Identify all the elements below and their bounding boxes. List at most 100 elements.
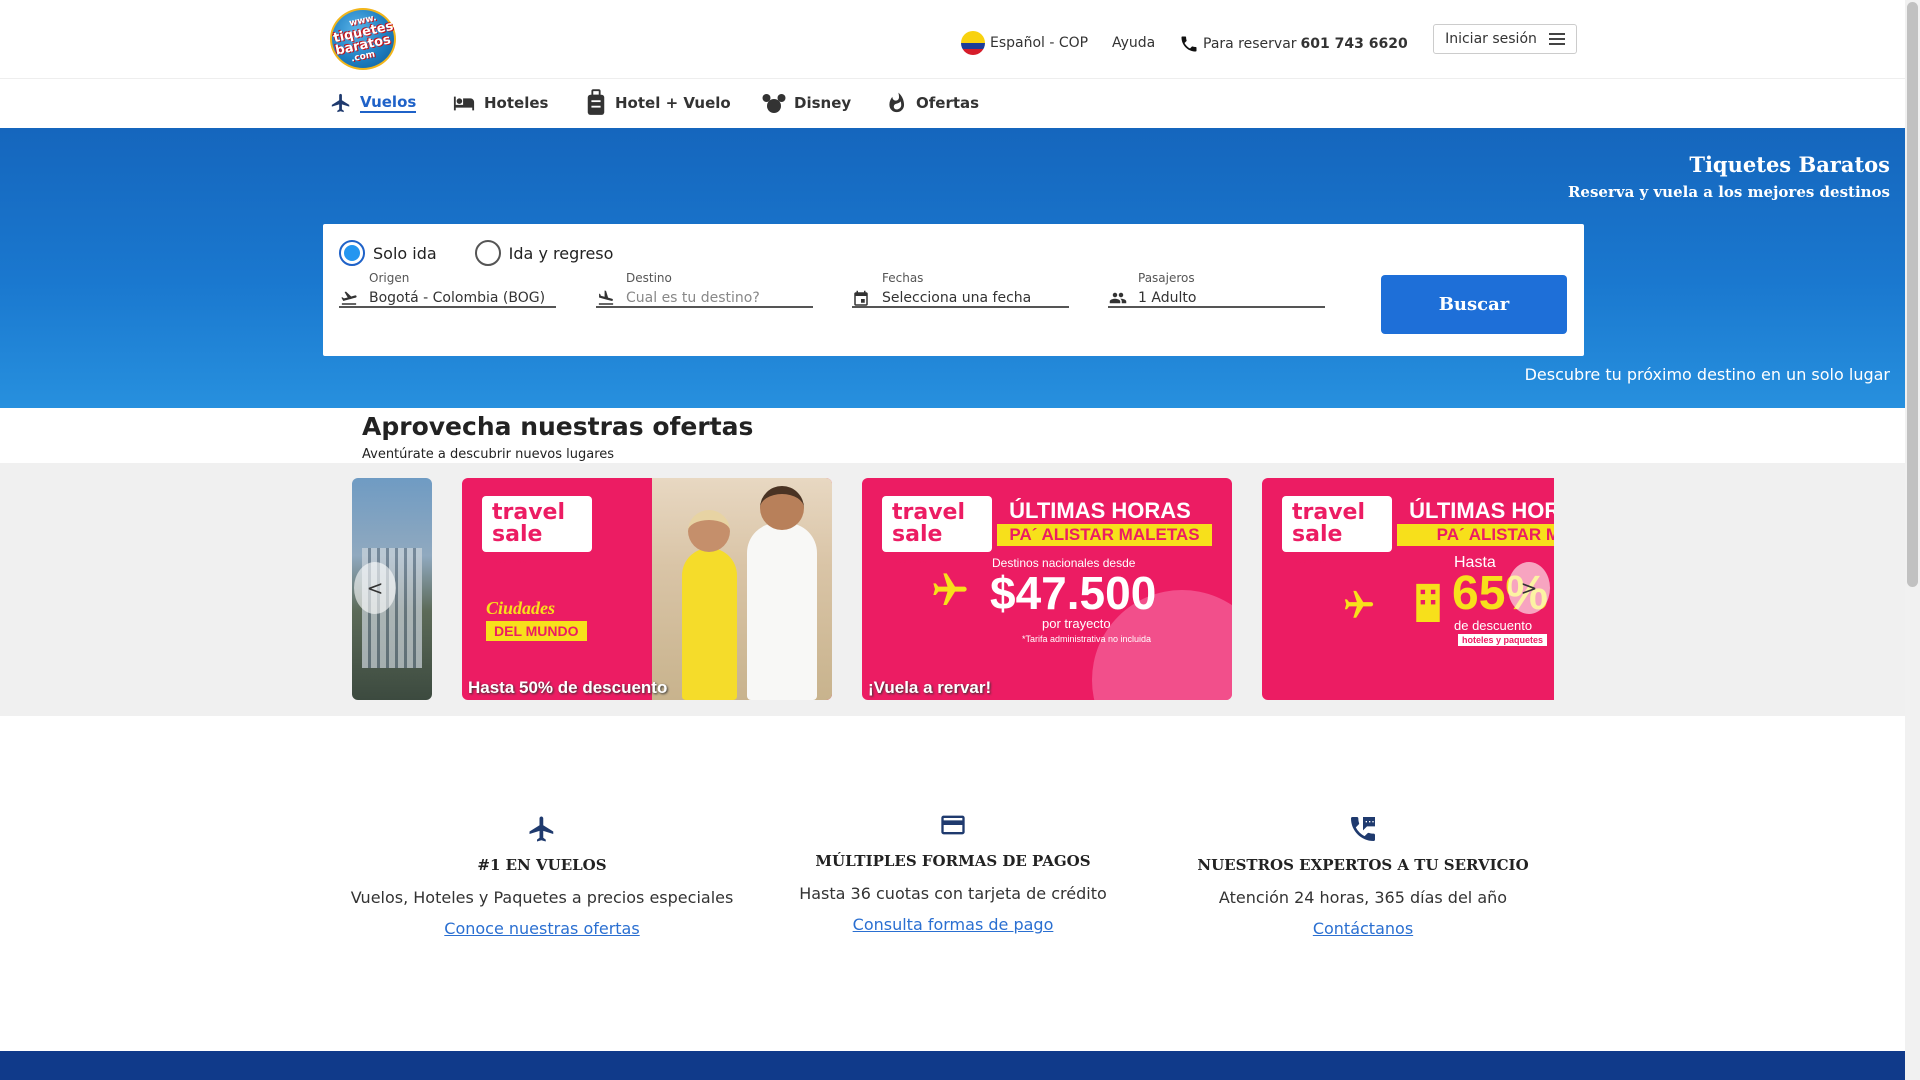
nav-label: Hotel + Vuelo (615, 94, 731, 112)
promo-banner-subtitle: PA´ ALISTAR MALETAS (997, 524, 1212, 546)
trip-type-label: Ida y regreso (508, 243, 614, 263)
radio-selected-icon[interactable] (339, 240, 365, 266)
feature-description: Vuelos, Hoteles y Paquetes a precios esp… (350, 888, 734, 907)
search-button[interactable]: Buscar (1381, 275, 1567, 334)
promo-banner-title: ÚLTIMAS HORAS (1409, 498, 1554, 523)
feature-payments: MÚLTIPLES FORMAS DE PAGOS Hasta 36 cuota… (743, 808, 1163, 934)
plane-takeoff-icon (341, 291, 357, 305)
top-header: www. tiquetes baratos .com Español - COP… (0, 0, 1905, 79)
offers-header: Aprovecha nuestras ofertas Aventúrate a … (362, 412, 753, 462)
travel-sale-logo: travel sale .com.co (1282, 496, 1392, 565)
hero-title: Tiquetes Baratos (1689, 152, 1890, 177)
promo-note: *Tarifa administrativa no incluida (1022, 634, 1152, 644)
colombia-flag-icon (961, 31, 985, 55)
feature-title: NUESTROS EXPERTOS A TU SERVICIO (1197, 856, 1529, 874)
offer-card[interactable]: travel sale .com.co Ciudades DEL MUNDO Ha… (462, 478, 832, 700)
dates-placeholder: Selecciona una fecha (882, 290, 1032, 306)
origin-label: Origen (369, 271, 410, 285)
offer-caption: ¡Vuela a rervar! (868, 678, 992, 697)
promo-banner-subtitle: PA´ ALISTAR MA (1397, 524, 1554, 546)
origin-value: Bogotá - Colombia (BOG) (369, 290, 546, 306)
nav-item-hoteles[interactable]: Hoteles (452, 90, 548, 116)
promo-banner-title: ÚLTIMAS HORAS (1009, 498, 1191, 523)
nav-label: Ofertas (916, 94, 980, 112)
promo-price: $47.500 (990, 567, 1157, 619)
trip-type-one-way[interactable]: Solo ida (339, 240, 437, 266)
flight-search-form: Solo ida Ida y regreso Origen Bogotá - C… (323, 224, 1584, 356)
nav-item-vuelos[interactable]: Vuelos (330, 90, 417, 116)
site-logo[interactable]: www. tiquetes baratos .com (330, 8, 396, 70)
dates-field[interactable]: Fechas Selecciona una fecha (852, 271, 1069, 308)
phone-number: 601 743 6620 (1300, 36, 1408, 52)
language-selector[interactable]: Español - COP (961, 31, 1088, 55)
calendar-icon (854, 290, 868, 306)
nav-label: Hoteles (484, 94, 549, 112)
feature-link[interactable]: Conoce nuestras ofertas (332, 919, 752, 938)
nav-item-disney[interactable]: Disney (762, 90, 851, 116)
destination-field[interactable]: Destino Cual es tu destino? (596, 271, 813, 308)
promo-line: DEL MUNDO (486, 621, 587, 641)
destination-label: Destino (626, 271, 672, 285)
phone-contact[interactable]: Para reservar 601 743 6620 (1179, 34, 1408, 54)
travel-sale-logo: travel sale .com.co (482, 496, 592, 565)
feature-flights: #1 EN VUELOS Vuelos, Hoteles y Paquetes … (332, 812, 752, 938)
offer-card[interactable]: travel sale.com.co ÚLTIMAS HORAS PA´ ALI… (862, 478, 1232, 700)
trip-type-label: Solo ida (373, 243, 437, 263)
promo-post: de descuento (1454, 618, 1533, 633)
phone-icon (1181, 36, 1197, 52)
promo-tag: hoteles y paquetes (1458, 634, 1548, 646)
scrollbar-thumb[interactable] (1907, 2, 1918, 587)
mickey-icon (762, 94, 786, 113)
main-nav: Vuelos Hoteles Hotel + Vuelo Disney Ofer… (0, 80, 1905, 128)
carousel-next-button[interactable]: > (1508, 562, 1550, 614)
phone-prefix: Para reservar (1203, 36, 1297, 52)
feature-description: Atención 24 horas, 365 días del año (1218, 888, 1508, 907)
language-label: Español - COP (990, 35, 1089, 51)
feature-description: Hasta 36 cuotas con tarjeta de crédito (799, 884, 1107, 903)
people-icon (1109, 292, 1127, 304)
trip-type-round-trip[interactable]: Ida y regreso (474, 240, 614, 266)
hero-tagline: Descubre tu próximo destino en un solo l… (1524, 365, 1890, 384)
hero-heading: Tiquetes Baratos Reserva y vuela a los m… (1568, 152, 1890, 201)
passengers-value: 1 Adulto (1138, 290, 1197, 306)
offers-title: Aprovecha nuestras ofertas (362, 412, 754, 441)
login-button[interactable]: Iniciar sesión (1433, 24, 1577, 54)
nav-item-ofertas[interactable]: Ofertas (886, 90, 979, 116)
trip-type-group: Solo ida Ida y regreso (339, 240, 613, 266)
promo-line: Ciudades (486, 598, 556, 618)
features-section: #1 EN VUELOS Vuelos, Hoteles y Paquetes … (0, 716, 1905, 1051)
help-link[interactable]: Ayuda (1112, 35, 1155, 51)
feature-support: NUESTROS EXPERTOS A TU SERVICIO Atención… (1153, 812, 1573, 938)
plane-icon (529, 816, 554, 842)
page-scrollbar[interactable] (1905, 0, 1920, 1080)
origin-field[interactable]: Origen Bogotá - Colombia (BOG) (339, 271, 556, 308)
footer-band (0, 1051, 1905, 1080)
offers-subtitle: Aventúrate a descubrir nuevos lugares (362, 447, 615, 462)
phone-chat-icon (1351, 817, 1375, 841)
feature-link[interactable]: Consulta formas de pago (743, 915, 1163, 934)
passengers-label: Pasajeros (1138, 271, 1195, 285)
luggage-icon (587, 89, 605, 115)
bed-icon (453, 96, 475, 111)
nav-label: Vuelos (360, 93, 417, 113)
credit-card-icon (941, 815, 965, 835)
radio-unselected-icon[interactable] (474, 240, 501, 266)
travel-sale-logo: travel sale .com.co (882, 496, 992, 565)
nav-label: Disney (794, 94, 852, 112)
offer-caption: Hasta 50% de descuento (468, 678, 668, 697)
passengers-field[interactable]: Pasajeros 1 Adulto (1108, 271, 1325, 308)
feature-title: #1 EN VUELOS (477, 856, 607, 874)
hero-subtitle: Reserva y vuela a los mejores destinos (1567, 183, 1890, 201)
destination-placeholder: Cual es tu destino? (626, 290, 760, 306)
nav-item-hotel-vuelo[interactable]: Hotel + Vuelo (585, 89, 731, 116)
flame-icon (889, 92, 905, 113)
couple-photo (652, 478, 832, 700)
carousel-prev-button[interactable]: < (354, 562, 396, 614)
plane-icon (933, 573, 967, 605)
plane-icon (331, 93, 350, 113)
offers-carousel: travel sale .com.co Ciudades DEL MUNDO Ha… (352, 463, 1554, 716)
feature-title: MÚLTIPLES FORMAS DE PAGOS (815, 852, 1091, 870)
hamburger-menu-icon (1548, 33, 1565, 45)
building-icon (1416, 583, 1440, 622)
feature-link[interactable]: Contáctanos (1153, 919, 1573, 938)
